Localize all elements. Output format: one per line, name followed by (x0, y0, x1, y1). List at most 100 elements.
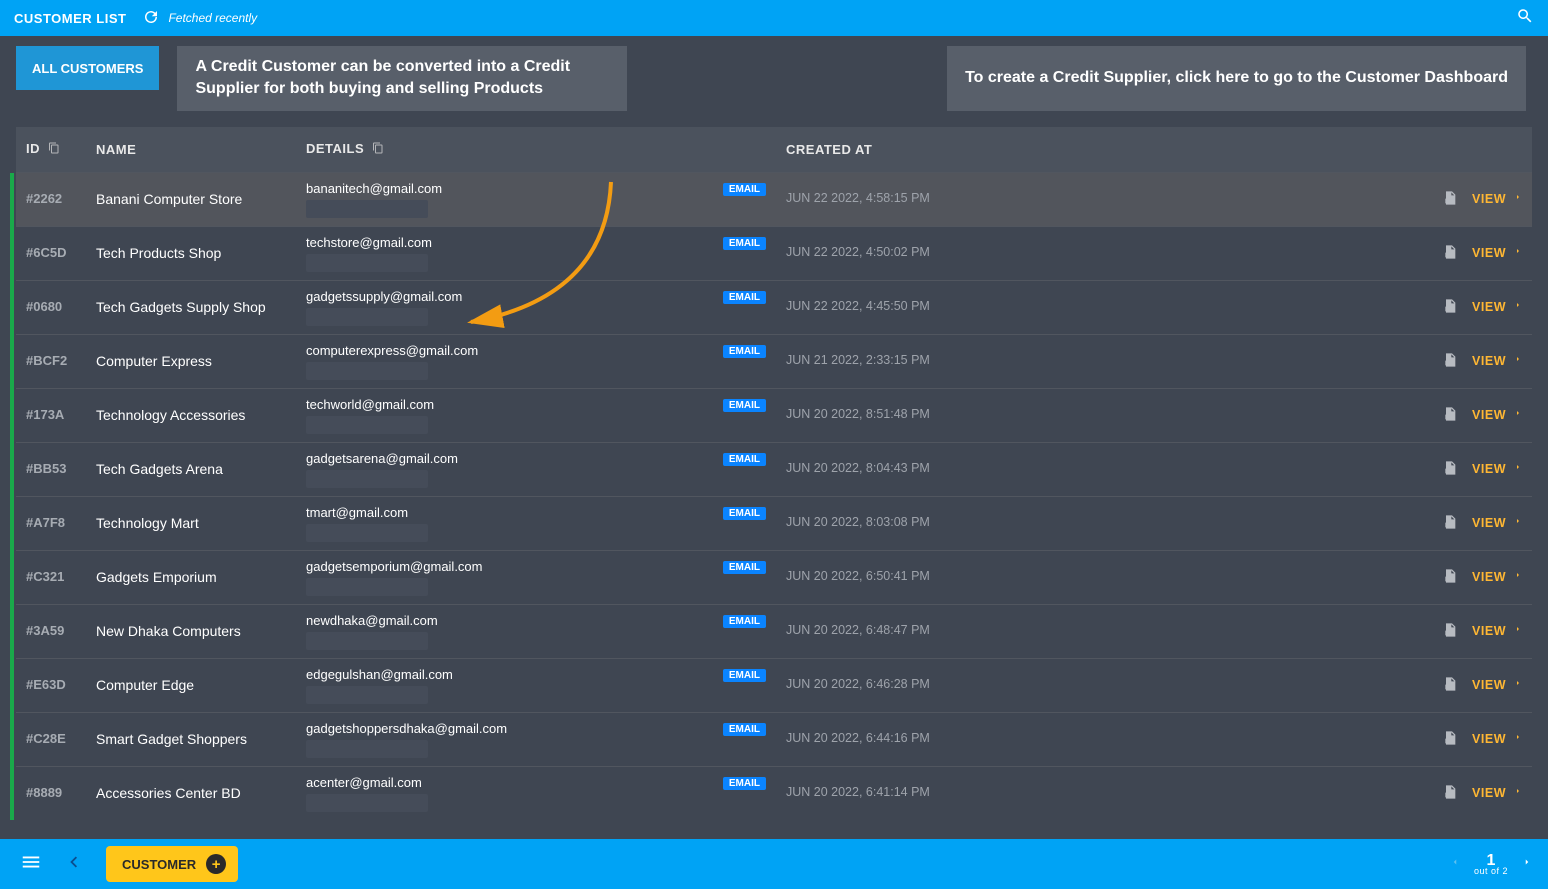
page-body: ALL CUSTOMERS A Credit Customer can be c… (0, 36, 1548, 839)
email-badge[interactable]: EMAIL (723, 669, 766, 682)
customer-email: gadgetsemporium@gmail.com (306, 559, 766, 574)
email-badge[interactable]: EMAIL (723, 615, 766, 628)
email-badge[interactable]: EMAIL (723, 399, 766, 412)
chevron-right-icon (1514, 677, 1522, 692)
table-row[interactable]: #6C5D Tech Products Shop EMAIL techstore… (16, 226, 1532, 280)
customer-details: EMAIL tmart@gmail.com (296, 496, 776, 550)
email-badge[interactable]: EMAIL (723, 507, 766, 520)
report-icon[interactable] (1442, 297, 1458, 318)
report-icon[interactable] (1442, 189, 1458, 210)
report-icon[interactable] (1442, 513, 1458, 534)
table-row[interactable]: #C28E Smart Gadget Shoppers EMAIL gadget… (16, 712, 1532, 766)
copy-icon[interactable] (372, 141, 384, 158)
report-icon[interactable] (1442, 243, 1458, 264)
report-icon[interactable] (1442, 621, 1458, 642)
plus-icon: + (206, 854, 226, 874)
customer-details: EMAIL acenter@gmail.com (296, 766, 776, 820)
customer-id: #3A59 (16, 604, 86, 658)
customer-email: techstore@gmail.com (306, 235, 766, 250)
view-button[interactable]: VIEW (1472, 461, 1522, 476)
view-button[interactable]: VIEW (1472, 677, 1522, 692)
customer-id: #E63D (16, 658, 86, 712)
view-label: VIEW (1472, 462, 1506, 476)
customer-email: computerexpress@gmail.com (306, 343, 766, 358)
col-header-details: DETAILS (296, 127, 776, 173)
customer-id: #6C5D (16, 226, 86, 280)
customer-created-at: JUN 20 2022, 8:51:48 PM (776, 388, 1422, 442)
view-button[interactable]: VIEW (1472, 515, 1522, 530)
report-icon[interactable] (1442, 351, 1458, 372)
email-badge[interactable]: EMAIL (723, 183, 766, 196)
chevron-right-icon (1514, 191, 1522, 206)
table-row[interactable]: #0680 Tech Gadgets Supply Shop EMAIL gad… (16, 280, 1532, 334)
table-row[interactable]: #BB53 Tech Gadgets Arena EMAIL gadgetsar… (16, 442, 1532, 496)
customer-details: EMAIL computerexpress@gmail.com (296, 334, 776, 388)
customer-details: EMAIL techstore@gmail.com (296, 226, 776, 280)
email-badge[interactable]: EMAIL (723, 777, 766, 790)
callout-create-credit-supplier[interactable]: To create a Credit Supplier, click here … (947, 46, 1526, 111)
customer-id: #2262 (16, 172, 86, 226)
table-row[interactable]: #3A59 New Dhaka Computers EMAIL newdhaka… (16, 604, 1532, 658)
copy-icon[interactable] (48, 141, 60, 158)
pager-prev[interactable] (1450, 855, 1460, 874)
customer-details: EMAIL edgegulshan@gmail.com (296, 658, 776, 712)
customer-details: EMAIL gadgetsemporium@gmail.com (296, 550, 776, 604)
report-icon[interactable] (1442, 729, 1458, 750)
table-row[interactable]: #8889 Accessories Center BD EMAIL acente… (16, 766, 1532, 820)
callout-credit-supplier-info: A Credit Customer can be converted into … (177, 46, 627, 111)
back-button[interactable] (52, 845, 94, 884)
tab-all-customers[interactable]: ALL CUSTOMERS (16, 46, 159, 90)
refresh-button[interactable]: Fetched recently (142, 8, 257, 29)
menu-button[interactable] (10, 845, 52, 884)
chevron-right-icon (1514, 731, 1522, 746)
table-row[interactable]: #E63D Computer Edge EMAIL edgegulshan@gm… (16, 658, 1532, 712)
view-label: VIEW (1472, 786, 1506, 800)
customer-name: Smart Gadget Shoppers (86, 712, 296, 766)
report-icon[interactable] (1442, 567, 1458, 588)
table-row[interactable]: #A7F8 Technology Mart EMAIL tmart@gmail.… (16, 496, 1532, 550)
email-badge[interactable]: EMAIL (723, 561, 766, 574)
customer-details: EMAIL newdhaka@gmail.com (296, 604, 776, 658)
view-button[interactable]: VIEW (1472, 623, 1522, 638)
bottom-bar: CUSTOMER + 1 out of 2 (0, 839, 1548, 889)
view-label: VIEW (1472, 354, 1506, 368)
email-badge[interactable]: EMAIL (723, 237, 766, 250)
email-badge[interactable]: EMAIL (723, 453, 766, 466)
customer-email: gadgetshoppersdhaka@gmail.com (306, 721, 766, 736)
report-icon[interactable] (1442, 783, 1458, 804)
email-badge[interactable]: EMAIL (723, 723, 766, 736)
table-row[interactable]: #2262 Banani Computer Store EMAIL banani… (16, 172, 1532, 226)
view-button[interactable]: VIEW (1472, 569, 1522, 584)
view-label: VIEW (1472, 732, 1506, 746)
redacted-field (306, 794, 428, 812)
redacted-field (306, 524, 428, 542)
report-icon[interactable] (1442, 675, 1458, 696)
redacted-field (306, 686, 428, 704)
add-customer-button[interactable]: CUSTOMER + (106, 846, 238, 882)
pager-next[interactable] (1522, 855, 1532, 874)
view-button[interactable]: VIEW (1472, 191, 1522, 206)
col-header-id-label: ID (26, 141, 40, 156)
customer-name: Gadgets Emporium (86, 550, 296, 604)
view-button[interactable]: VIEW (1472, 299, 1522, 314)
col-header-created: CREATED AT (776, 127, 1422, 173)
report-icon[interactable] (1442, 459, 1458, 480)
table-row[interactable]: #C321 Gadgets Emporium EMAIL gadgetsempo… (16, 550, 1532, 604)
table-row[interactable]: #173A Technology Accessories EMAIL techw… (16, 388, 1532, 442)
customer-id: #173A (16, 388, 86, 442)
col-header-details-label: DETAILS (306, 141, 364, 156)
redacted-field (306, 308, 428, 326)
view-button[interactable]: VIEW (1472, 353, 1522, 368)
view-button[interactable]: VIEW (1472, 731, 1522, 746)
view-button[interactable]: VIEW (1472, 245, 1522, 260)
email-badge[interactable]: EMAIL (723, 291, 766, 304)
customer-email: bananitech@gmail.com (306, 181, 766, 196)
report-icon[interactable] (1442, 405, 1458, 426)
search-button[interactable] (1516, 7, 1534, 30)
customer-email: techworld@gmail.com (306, 397, 766, 412)
table-row[interactable]: #BCF2 Computer Express EMAIL computerexp… (16, 334, 1532, 388)
refresh-status: Fetched recently (168, 11, 257, 25)
email-badge[interactable]: EMAIL (723, 345, 766, 358)
view-button[interactable]: VIEW (1472, 785, 1522, 800)
view-button[interactable]: VIEW (1472, 407, 1522, 422)
